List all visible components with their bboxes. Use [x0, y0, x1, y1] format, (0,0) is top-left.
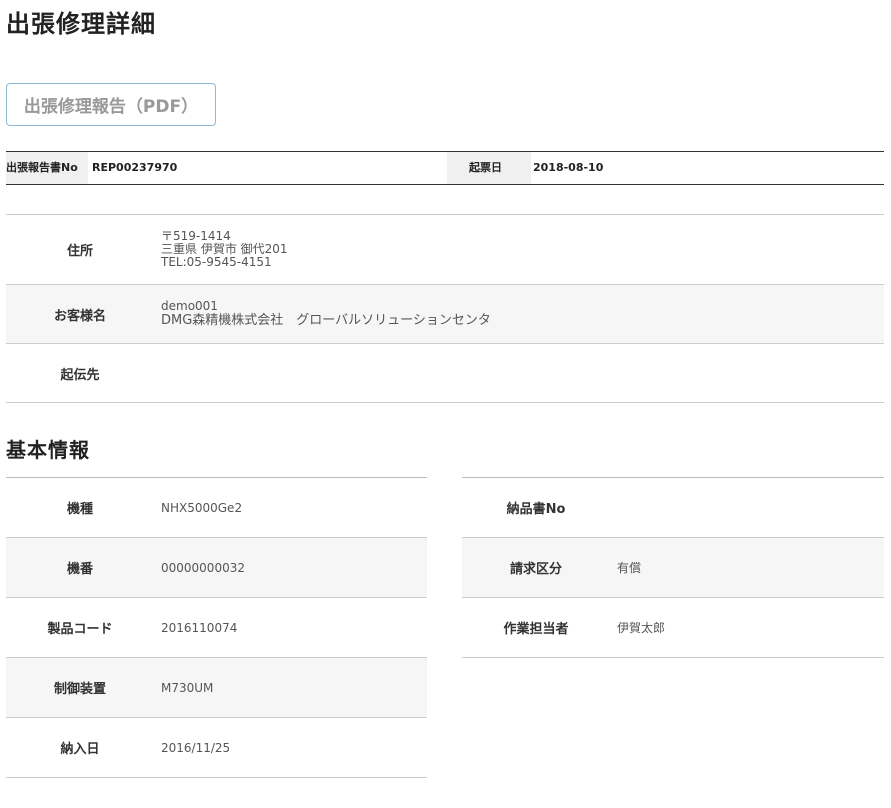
delivery-note-row: 納品書No — [462, 478, 884, 538]
customer-name: DMG森精機株式会社 グローバルソリューションセンタ — [161, 312, 491, 328]
product-code-value: 2016110074 — [154, 598, 427, 657]
tel-text: TEL:05-9545-4151 — [161, 255, 272, 269]
customer-id: demo001 — [161, 298, 218, 313]
customer-name-value: demo001 DMG森精機株式会社 グローバルソリューションセンタ — [154, 285, 884, 343]
origin-label: 起伝先 — [6, 344, 154, 402]
pdf-report-button[interactable]: 出張修理報告（PDF） — [6, 83, 216, 126]
report-header-bar: 出張報告書No REP00237970 起票日 2018-08-10 — [6, 151, 884, 185]
model-row: 機種 NHX5000Ge2 — [6, 478, 427, 538]
basic-info-right-table: 納品書No 請求区分 有償 作業担当者 伊賀太郎 — [462, 477, 884, 658]
customer-table: 住所 〒519-1414 三重県 伊賀市 御代201 TEL:05-9545-4… — [6, 214, 884, 403]
origin-row: 起伝先 — [6, 344, 884, 403]
serial-row: 機番 00000000032 — [6, 538, 427, 598]
model-value: NHX5000Ge2 — [154, 478, 427, 537]
billing-type-row: 請求区分 有償 — [462, 538, 884, 598]
customer-name-label: お客様名 — [6, 285, 154, 343]
delivery-note-label: 納品書No — [462, 478, 610, 537]
technician-value: 伊賀太郎 — [610, 598, 884, 657]
billing-type-value: 有償 — [610, 538, 884, 597]
controller-label: 制御装置 — [6, 658, 154, 717]
technician-label: 作業担当者 — [462, 598, 610, 657]
address-value: 〒519-1414 三重県 伊賀市 御代201 TEL:05-9545-4151 — [154, 215, 884, 284]
delivery-date-label: 納入日 — [6, 718, 154, 777]
serial-value: 00000000032 — [154, 538, 427, 597]
basic-info-left-table: 機種 NHX5000Ge2 機番 00000000032 製品コード 20161… — [6, 477, 427, 778]
origin-value — [154, 344, 884, 402]
address-row: 住所 〒519-1414 三重県 伊賀市 御代201 TEL:05-9545-4… — [6, 215, 884, 285]
delivery-date-value: 2016/11/25 — [154, 718, 427, 777]
billing-type-label: 請求区分 — [462, 538, 610, 597]
report-no-label: 出張報告書No — [6, 152, 88, 184]
delivery-date-row: 納入日 2016/11/25 — [6, 718, 427, 778]
page-title: 出張修理詳細 — [6, 10, 156, 38]
product-code-label: 製品コード — [6, 598, 154, 657]
controller-value: M730UM — [154, 658, 427, 717]
serial-label: 機番 — [6, 538, 154, 597]
delivery-note-value — [610, 478, 884, 537]
address-label: 住所 — [6, 215, 154, 284]
customer-name-row: お客様名 demo001 DMG森精機株式会社 グローバルソリューションセンタ — [6, 285, 884, 344]
model-label: 機種 — [6, 478, 154, 537]
basic-info-title: 基本情報 — [6, 438, 90, 462]
issue-date-value: 2018-08-10 — [533, 161, 604, 174]
controller-row: 制御装置 M730UM — [6, 658, 427, 718]
issue-date-label: 起票日 — [447, 152, 531, 184]
technician-row: 作業担当者 伊賀太郎 — [462, 598, 884, 658]
product-code-row: 製品コード 2016110074 — [6, 598, 427, 658]
report-no-value: REP00237970 — [92, 161, 178, 174]
